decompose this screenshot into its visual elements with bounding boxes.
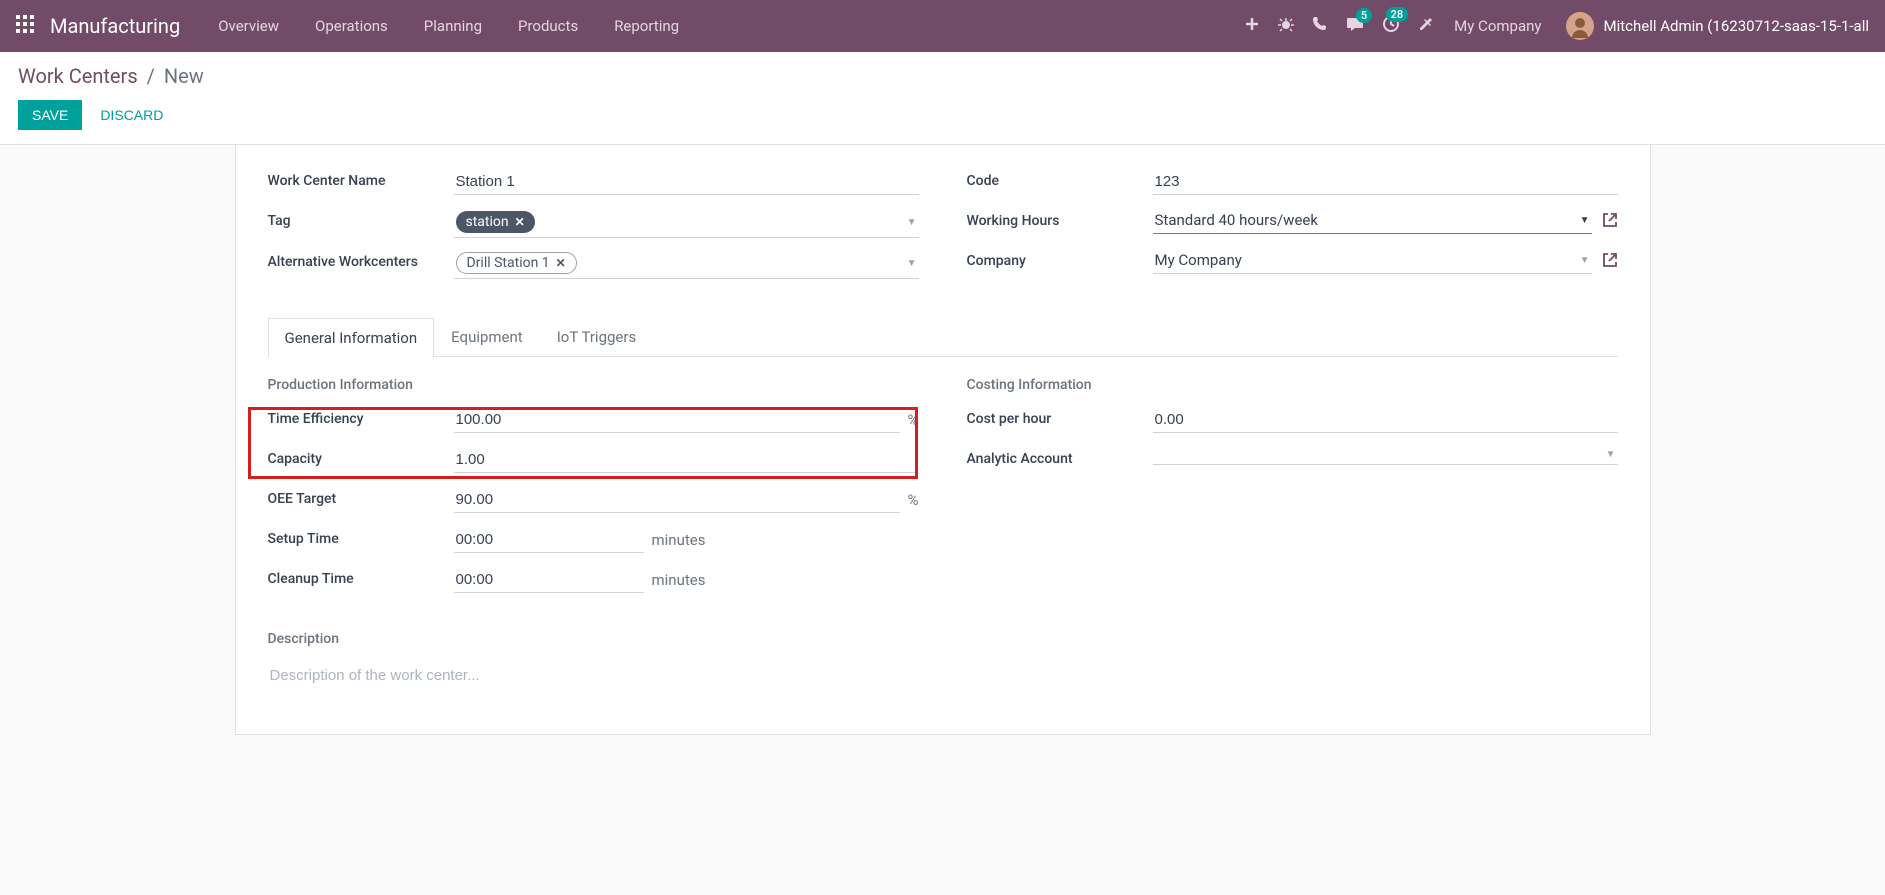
phone-icon[interactable] xyxy=(1312,16,1328,36)
discard-button[interactable]: DISCARD xyxy=(94,100,169,130)
label-analytic-account: Analytic Account xyxy=(967,447,1153,467)
tab-iot-triggers[interactable]: IoT Triggers xyxy=(540,317,653,356)
breadcrumb: Work Centers / New xyxy=(18,64,1867,88)
apps-icon[interactable] xyxy=(16,15,34,37)
user-menu[interactable]: Mitchell Admin (16230712-saas-15-1-all xyxy=(1566,12,1870,40)
section-description: Description xyxy=(268,631,1618,647)
external-link-icon[interactable] xyxy=(1602,212,1618,232)
menu-reporting[interactable]: Reporting xyxy=(600,9,693,43)
tools-icon[interactable] xyxy=(1418,16,1434,36)
label-tag: Tag xyxy=(268,209,454,229)
working-hours-select[interactable]: Standard 40 hours/week ▼ xyxy=(1153,209,1592,234)
company-select[interactable]: My Company ▼ xyxy=(1153,249,1592,274)
label-cost-per-hour: Cost per hour xyxy=(967,407,1153,427)
unit-percent: % xyxy=(908,491,919,509)
unit-percent: % xyxy=(908,411,919,429)
label-code: Code xyxy=(967,169,1153,189)
tag-input[interactable]: station ✕ ▼ xyxy=(454,209,919,238)
alternative-workcenters-input[interactable]: Drill Station 1 ✕ ▼ xyxy=(454,250,919,279)
unit-minutes: minutes xyxy=(652,531,706,549)
label-company: Company xyxy=(967,249,1153,269)
plus-icon[interactable] xyxy=(1244,16,1260,36)
tab-general-information[interactable]: General Information xyxy=(268,318,435,357)
label-alternative: Alternative Workcenters xyxy=(268,250,454,270)
chevron-down-icon[interactable]: ▼ xyxy=(1580,215,1590,226)
menu-products[interactable]: Products xyxy=(504,9,592,43)
menu-overview[interactable]: Overview xyxy=(204,9,293,43)
save-button[interactable]: SAVE xyxy=(18,100,82,130)
tag-pill-station[interactable]: station ✕ xyxy=(456,211,535,233)
label-capacity: Capacity xyxy=(268,447,454,467)
chevron-down-icon[interactable]: ▼ xyxy=(1606,449,1616,460)
section-costing: Costing Information xyxy=(967,377,1618,393)
description-input[interactable] xyxy=(268,661,1618,690)
chevron-down-icon[interactable]: ▼ xyxy=(907,217,917,228)
code-input[interactable] xyxy=(1153,169,1618,195)
activities-badge: 28 xyxy=(1386,7,1409,22)
company-switcher[interactable]: My Company xyxy=(1454,17,1541,35)
oee-target-input[interactable] xyxy=(454,487,900,513)
tag-pill-drill-station[interactable]: Drill Station 1 ✕ xyxy=(456,252,577,274)
label-time-efficiency: Time Efficiency xyxy=(268,407,454,427)
breadcrumb-current: New xyxy=(164,64,204,88)
avatar xyxy=(1566,12,1594,40)
external-link-icon[interactable] xyxy=(1602,252,1618,272)
setup-time-input[interactable] xyxy=(454,527,644,553)
remove-alt-icon[interactable]: ✕ xyxy=(556,256,566,270)
messages-icon[interactable]: 5 xyxy=(1346,16,1364,36)
remove-tag-icon[interactable]: ✕ xyxy=(515,215,525,229)
chevron-down-icon[interactable]: ▼ xyxy=(907,258,917,269)
workcenter-name-input[interactable] xyxy=(454,169,919,195)
label-cleanup-time: Cleanup Time xyxy=(268,567,454,587)
label-oee-target: OEE Target xyxy=(268,487,454,507)
section-production: Production Information xyxy=(268,377,919,393)
cost-per-hour-input[interactable] xyxy=(1153,407,1618,433)
menu-planning[interactable]: Planning xyxy=(410,9,496,43)
unit-minutes: minutes xyxy=(652,571,706,589)
app-title[interactable]: Manufacturing xyxy=(50,14,180,38)
time-efficiency-input[interactable] xyxy=(454,407,900,433)
user-name: Mitchell Admin (16230712-saas-15-1-all xyxy=(1604,17,1870,35)
analytic-account-select[interactable]: ▼ xyxy=(1153,447,1618,465)
breadcrumb-parent[interactable]: Work Centers xyxy=(18,64,138,88)
messages-badge: 5 xyxy=(1356,8,1372,23)
chevron-down-icon[interactable]: ▼ xyxy=(1580,255,1590,266)
tab-equipment[interactable]: Equipment xyxy=(434,317,540,356)
capacity-input[interactable] xyxy=(454,447,919,473)
bug-icon[interactable] xyxy=(1278,16,1294,36)
label-name: Work Center Name xyxy=(268,169,454,189)
cleanup-time-input[interactable] xyxy=(454,567,644,593)
menu-operations[interactable]: Operations xyxy=(301,9,402,43)
label-working-hours: Working Hours xyxy=(967,209,1153,229)
label-setup-time: Setup Time xyxy=(268,527,454,547)
activities-icon[interactable]: 28 xyxy=(1382,15,1400,37)
